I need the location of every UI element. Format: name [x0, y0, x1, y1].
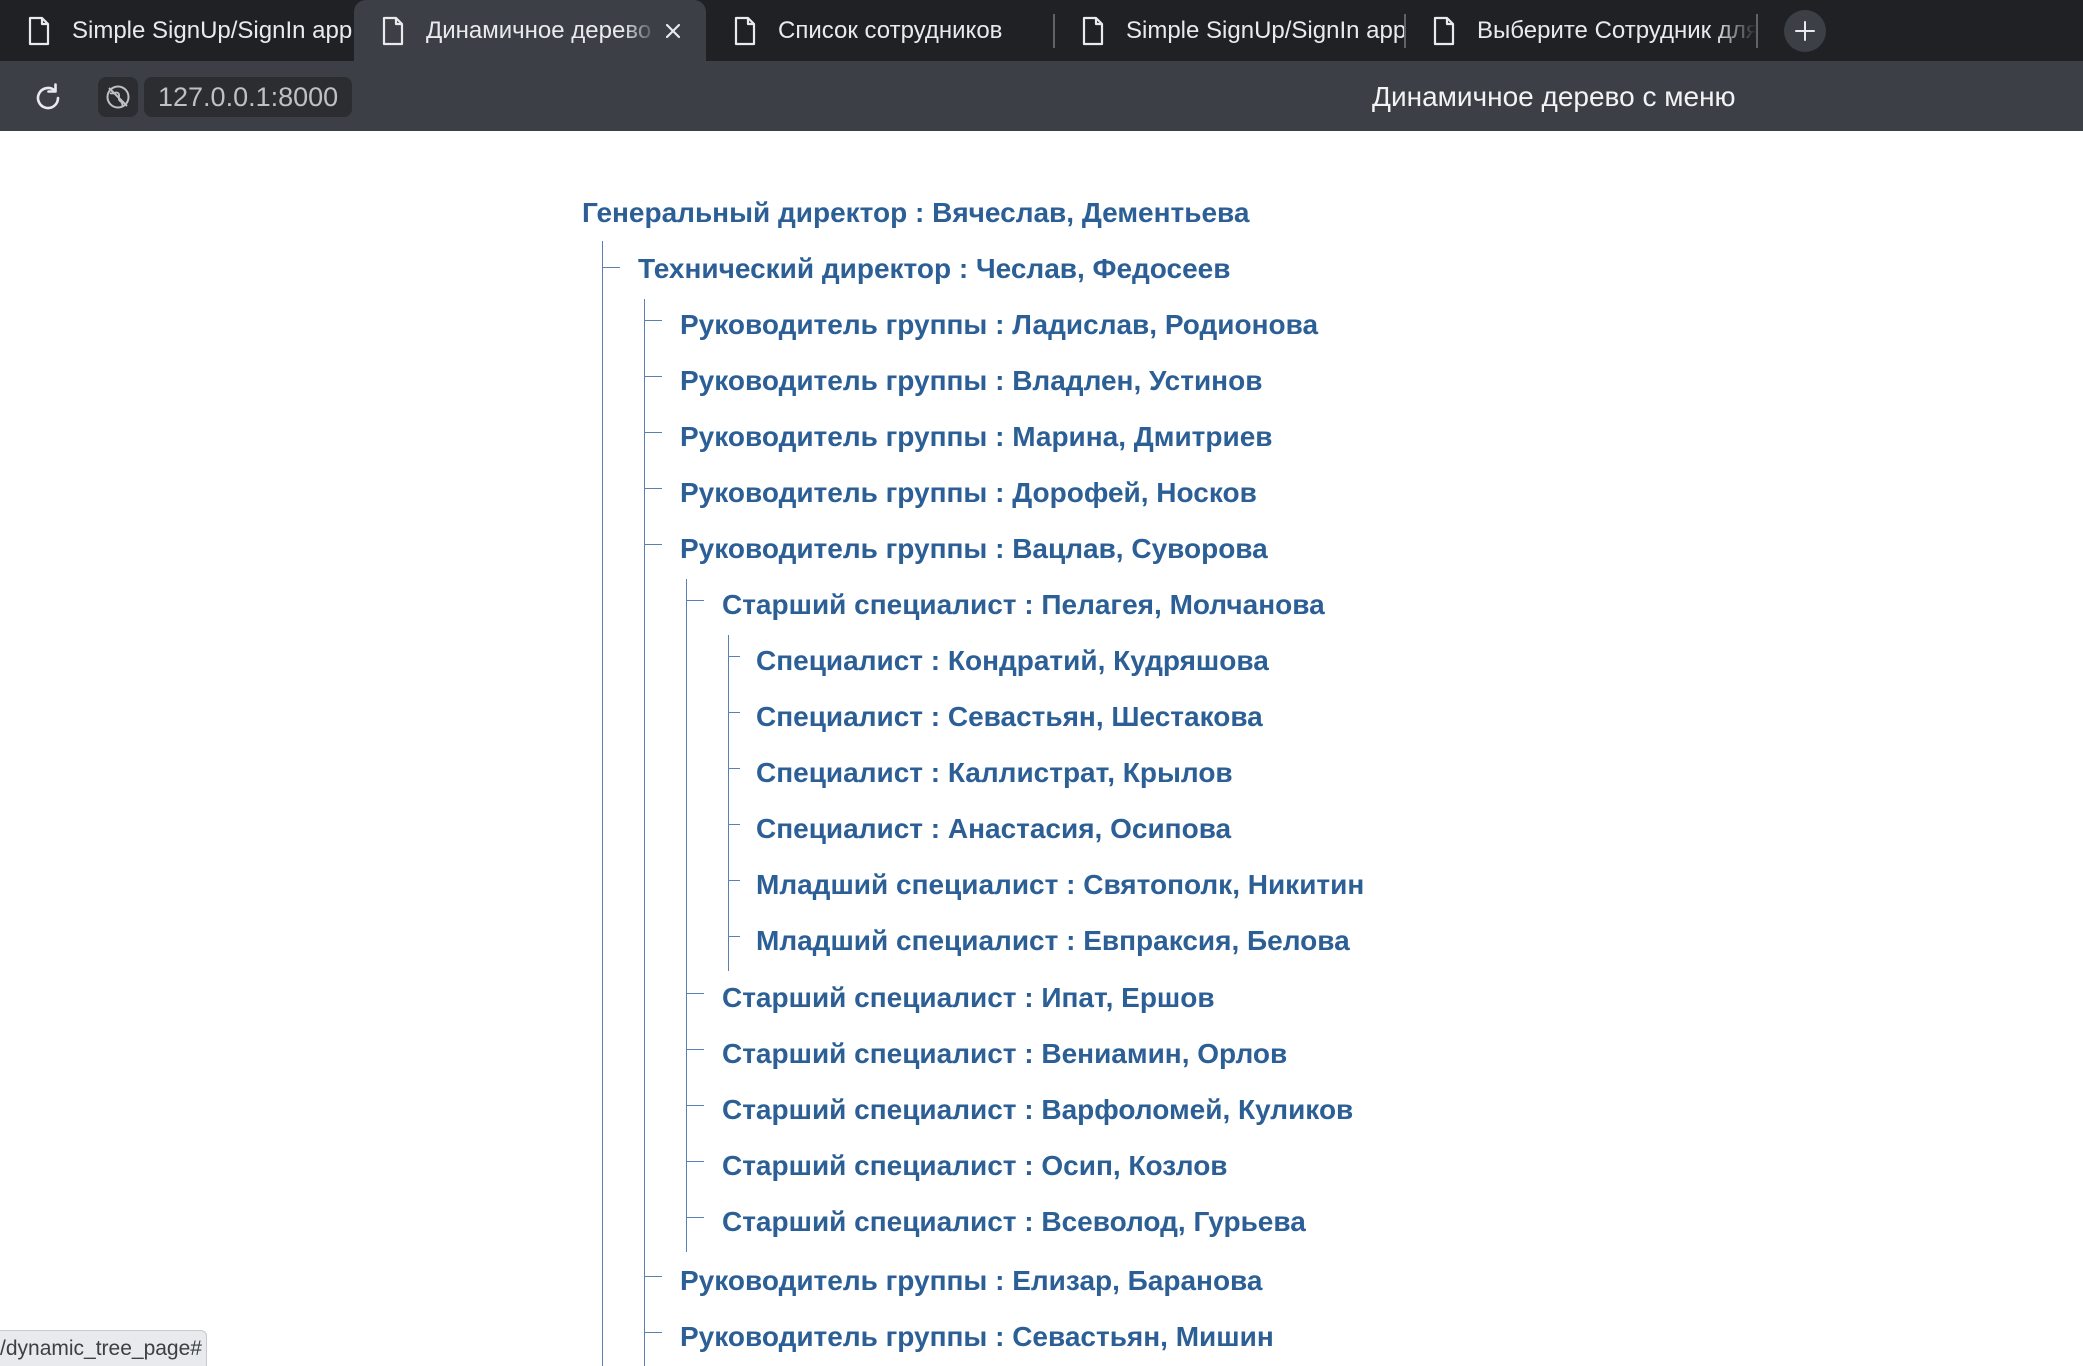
tree-branch [728, 768, 740, 769]
site-info-button[interactable] [98, 77, 138, 117]
tree-branch [602, 267, 620, 268]
tree-node-lead[interactable]: Руководитель группы : Севастьян, Мишин [680, 1319, 1274, 1355]
page-title: Динамичное дерево с меню [1372, 81, 1736, 112]
document-icon [28, 16, 50, 45]
document-icon [1082, 16, 1104, 45]
tree-node-senior[interactable]: Старший специалист : Осип, Козлов [722, 1148, 1228, 1184]
globe-icon [106, 85, 130, 109]
tab-label: Simple SignUp/SignIn app [1126, 16, 1404, 44]
tree-branch [728, 712, 740, 713]
tree-line-cto [602, 241, 603, 1366]
tree-node-senior[interactable]: Старший специалист : Вениамин, Орлов [722, 1036, 1287, 1072]
tree-node-specialist[interactable]: Специалист : Каллистрат, Крылов [756, 755, 1233, 791]
tree-node-cto[interactable]: Технический директор : Чеслав, Федосеев [638, 251, 1230, 287]
tree-node-senior[interactable]: Старший специалист : Ипат, Ершов [722, 980, 1215, 1016]
tree-node-lead[interactable]: Руководитель группы : Вацлав, Суворова [680, 531, 1268, 567]
tree-branch [686, 1049, 704, 1050]
tree-node-specialist[interactable]: Специалист : Анастасия, Осипова [756, 811, 1231, 847]
tree-node-senior[interactable]: Старший специалист : Всеволод, Гурьева [722, 1204, 1306, 1240]
tree-node-senior[interactable]: Старший специалист : Варфоломей, Куликов [722, 1092, 1353, 1128]
tree-node-lead[interactable]: Руководитель группы : Владлен, Устинов [680, 363, 1262, 399]
document-icon [1433, 16, 1455, 45]
tab-label: Simple SignUp/SignIn app [72, 16, 353, 44]
tree-node-lead[interactable]: Руководитель группы : Елизар, Баранова [680, 1263, 1262, 1299]
plus-icon [1795, 21, 1815, 41]
tab-strip: Simple SignUp/SignIn app Динамичное дере… [0, 0, 2083, 61]
tree-branch [644, 1276, 662, 1277]
tree-branch [686, 1217, 704, 1218]
tree-branch [686, 993, 704, 994]
tab-label: Выберите Сотрудник для и [1477, 16, 1757, 44]
tree-branch [728, 824, 740, 825]
document-icon [734, 16, 756, 45]
tab-dynamic-tree[interactable]: Динамичное дерево с м [354, 0, 706, 61]
tree-branch [644, 320, 662, 321]
tree-branch [686, 1161, 704, 1162]
tab-select-employee[interactable]: Выберите Сотрудник для и [1405, 0, 1757, 61]
tree-branch [728, 880, 740, 881]
close-tab-icon[interactable] [658, 16, 688, 46]
document-icon [382, 16, 404, 45]
tab-label: Динамичное дерево с м [426, 16, 658, 44]
browser-toolbar: 127.0.0.1:8000 Динамичное дерево с меню [0, 61, 2083, 131]
tree-node-specialist[interactable]: Специалист : Кондратий, Кудряшова [756, 643, 1269, 679]
tree-branch [686, 600, 704, 601]
link-status-bar: /dynamic_tree_page# [0, 1330, 207, 1366]
tree-node-senior[interactable]: Старший специалист : Пелагея, Молчанова [722, 587, 1325, 623]
tab-separator [1756, 14, 1758, 48]
tree-node-junior[interactable]: Младший специалист : Евпраксия, Белова [756, 923, 1350, 959]
tree-branch [728, 656, 740, 657]
tree-node-specialist[interactable]: Специалист : Севастьян, Шестакова [756, 699, 1263, 735]
new-tab-button[interactable] [1784, 10, 1826, 52]
tree-branch [644, 488, 662, 489]
tree-line-leads [644, 299, 645, 1366]
address-bar[interactable]: 127.0.0.1:8000 [144, 77, 353, 117]
tree-node-lead[interactable]: Руководитель группы : Марина, Дмитриев [680, 419, 1273, 455]
tab-employees-list[interactable]: Список сотрудников [706, 0, 1052, 61]
tree-node-lead[interactable]: Руководитель группы : Дорофей, Носков [680, 475, 1257, 511]
tree-branch [728, 936, 740, 937]
tree-node-lead[interactable]: Руководитель группы : Ладислав, Родионов… [680, 307, 1318, 343]
tab-signup-2[interactable]: Simple SignUp/SignIn app [1054, 0, 1404, 61]
tree-branch [644, 432, 662, 433]
page-content: Генеральный директор : Вячеслав, Дементь… [0, 131, 2083, 1366]
tree-line-specialists [728, 635, 729, 971]
tab-signup-1[interactable]: Simple SignUp/SignIn app [0, 0, 354, 61]
tree-node-junior[interactable]: Младший специалист : Святополк, Никитин [756, 867, 1364, 903]
tree-branch [644, 376, 662, 377]
reload-icon[interactable] [30, 80, 66, 116]
tree-node-ceo[interactable]: Генеральный директор : Вячеслав, Дементь… [582, 195, 1249, 231]
tree-line-seniors [686, 579, 687, 1252]
tree-branch [644, 1332, 662, 1333]
tab-label: Список сотрудников [778, 16, 1003, 44]
tree-branch [686, 1105, 704, 1106]
tree-branch [644, 544, 662, 545]
